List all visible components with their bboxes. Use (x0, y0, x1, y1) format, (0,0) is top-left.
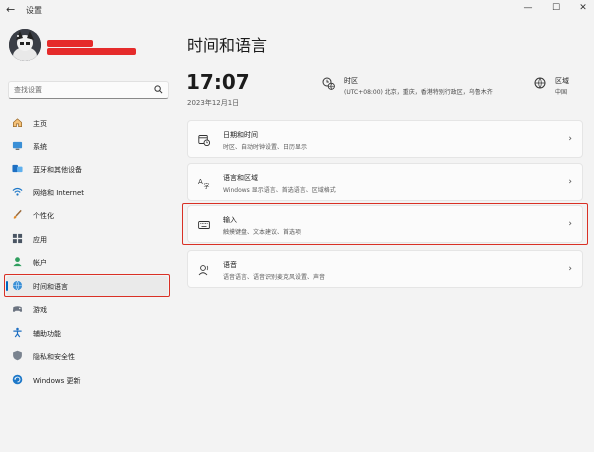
card-subtitle: Windows 显示语言、首选语言、区域格式 (223, 187, 336, 194)
maximize-button[interactable]: ☐ (547, 1, 565, 15)
date-time-card[interactable]: 日期和时间 时区、自动时钟设置、日历显示 › (187, 120, 583, 158)
timezone-icon (322, 77, 335, 90)
redaction-mark (47, 48, 136, 55)
account-icon (13, 257, 22, 267)
sidebar-item-accessibility[interactable]: 辅助功能 (6, 323, 168, 343)
title-bar: ← 设置 — ☐ ✕ (0, 0, 594, 20)
back-arrow-icon[interactable]: ← (6, 3, 20, 17)
update-icon (12, 374, 23, 385)
globe-clock-icon (12, 280, 23, 291)
globe-icon (534, 77, 546, 89)
sidebar-item-home[interactable]: 主页 (6, 113, 168, 133)
sidebar-item-time-language[interactable]: 时间和语言 (6, 276, 168, 296)
gamepad-icon (12, 306, 23, 312)
sidebar-item-bluetooth[interactable]: 蓝牙和其他设备 (6, 159, 168, 179)
search-box[interactable] (8, 81, 169, 99)
sidebar-item-label: 隐私和安全性 (33, 353, 75, 361)
current-time: 17:07 (186, 70, 250, 94)
speech-card[interactable]: 语音 语音语言、语音识别麦克风设置、声音 › (187, 250, 583, 288)
speech-icon (198, 265, 209, 276)
brush-icon (13, 209, 22, 219)
shield-icon (13, 350, 22, 361)
card-subtitle: 触摸键盘、文本建议、首选项 (223, 229, 302, 236)
card-title: 输入 (223, 216, 237, 224)
sidebar-item-label: 应用 (33, 236, 47, 244)
sidebar-item-label: 时间和语言 (33, 283, 68, 291)
sidebar-item-apps[interactable]: 应用 (6, 229, 168, 249)
sidebar-item-label: 辅助功能 (33, 330, 61, 338)
chevron-right-icon: › (568, 177, 572, 187)
region-value: 中国 (555, 89, 568, 96)
selection-indicator (6, 281, 8, 291)
chevron-right-icon: › (568, 219, 572, 229)
sidebar-item-system[interactable]: 系统 (6, 136, 168, 156)
avatar-image (9, 29, 41, 61)
card-subtitle: 时区、自动时钟设置、日历显示 (223, 144, 308, 151)
sidebar-item-label: 帐户 (33, 259, 47, 267)
sidebar-item-privacy[interactable]: 隐私和安全性 (6, 346, 168, 366)
accessibility-icon (13, 327, 22, 338)
app-title: 设置 (26, 6, 42, 15)
sidebar-item-windows-update[interactable]: Windows 更新 (6, 370, 168, 390)
bluetooth-icon (12, 164, 23, 173)
keyboard-icon (198, 221, 210, 229)
sidebar-item-label: 网络和 Internet (33, 189, 85, 197)
sidebar-item-label: 个性化 (33, 212, 54, 220)
close-button[interactable]: ✕ (574, 1, 592, 15)
page-title: 时间和语言 (187, 36, 268, 55)
sidebar-item-label: 主页 (33, 120, 47, 128)
chevron-right-icon: › (568, 264, 572, 274)
svg-text:字: 字 (204, 183, 210, 190)
sidebar-item-label: 蓝牙和其他设备 (33, 166, 82, 174)
sidebar-item-accounts[interactable]: 帐户 (6, 252, 168, 272)
svg-text:A: A (198, 178, 203, 186)
current-date: 2023年12月1日 (187, 99, 240, 107)
sidebar-item-network[interactable]: 网络和 Internet (6, 182, 168, 202)
sidebar-item-label: 游戏 (33, 306, 47, 314)
region-label: 区域 (555, 77, 569, 85)
search-input[interactable] (14, 84, 149, 96)
apps-icon (12, 233, 23, 244)
card-title: 语言和区域 (223, 174, 258, 182)
system-monitor-icon (12, 141, 23, 150)
language-region-icon: A 字 (198, 178, 210, 190)
card-subtitle: 语音语言、语音识别麦克风设置、声音 (223, 274, 326, 281)
minimize-button[interactable]: — (519, 1, 537, 15)
sidebar-item-gaming[interactable]: 游戏 (6, 299, 168, 319)
chevron-right-icon: › (568, 134, 572, 144)
wifi-icon (12, 187, 23, 196)
sidebar-item-personalization[interactable]: 个性化 (6, 205, 168, 225)
redaction-mark (47, 40, 93, 47)
calendar-clock-icon (198, 135, 210, 146)
search-icon[interactable] (154, 85, 163, 94)
language-region-card[interactable]: A 字 语言和区域 Windows 显示语言、首选语言、区域格式 › (187, 163, 583, 201)
timezone-value: (UTC+08:00) 北京，重庆，香港特别行政区，乌鲁木齐 (344, 89, 493, 96)
avatar[interactable] (9, 29, 41, 61)
home-icon (13, 118, 22, 127)
card-title: 语音 (223, 261, 237, 269)
sidebar-item-label: Windows 更新 (33, 377, 81, 385)
timezone-label: 时区 (344, 77, 358, 85)
input-card[interactable]: 输入 触摸键盘、文本建议、首选项 › (187, 205, 583, 243)
card-title: 日期和时间 (223, 131, 258, 139)
sidebar-item-label: 系统 (33, 143, 47, 151)
